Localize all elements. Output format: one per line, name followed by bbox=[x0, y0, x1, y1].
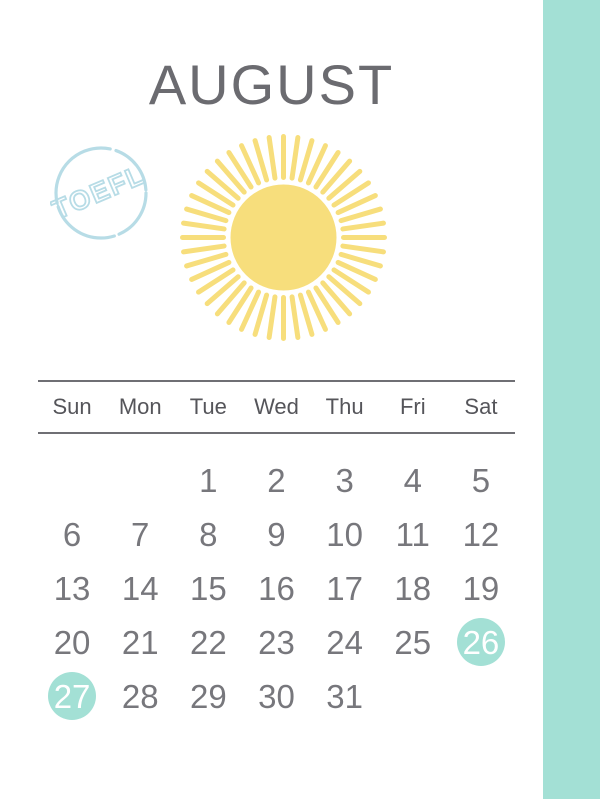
day-number: 6 bbox=[62, 515, 82, 553]
day-cell[interactable]: 11 bbox=[379, 507, 447, 561]
day-number: 2 bbox=[267, 461, 286, 499]
day-cell[interactable]: 13 bbox=[38, 561, 106, 615]
day-number: 27 bbox=[48, 672, 97, 720]
toefl-stamp-icon: TOEFL bbox=[50, 145, 152, 241]
accent-band bbox=[543, 0, 600, 799]
sun-icon bbox=[180, 133, 387, 342]
day-cell[interactable]: 3 bbox=[311, 453, 379, 507]
day-cell[interactable]: 24 bbox=[311, 615, 379, 669]
date-cells: 1 2 3 4 5 6 7 8 9 10 11 12 13 14 15 16 17 18 19 20 21 22 23 24 2… bbox=[38, 453, 515, 723]
day-number: 29 bbox=[189, 677, 227, 715]
day-number: 13 bbox=[53, 569, 91, 607]
day-number: 3 bbox=[335, 461, 354, 499]
svg-text:TOEFL: TOEFL bbox=[50, 159, 150, 225]
day-cell[interactable]: 5 bbox=[447, 453, 515, 507]
day-cell[interactable]: 9 bbox=[242, 507, 310, 561]
day-cell-empty bbox=[447, 669, 515, 723]
day-cell[interactable]: 25 bbox=[379, 615, 447, 669]
day-cell[interactable]: 15 bbox=[174, 561, 242, 615]
day-number: 14 bbox=[121, 569, 159, 607]
day-number: 31 bbox=[326, 677, 363, 715]
day-number: 12 bbox=[462, 515, 500, 553]
weekday-label-mon: Mon bbox=[118, 394, 162, 419]
day-number: 22 bbox=[189, 623, 227, 661]
day-number: 20 bbox=[53, 623, 91, 661]
day-cell[interactable]: 6 bbox=[38, 507, 106, 561]
day-number: 9 bbox=[267, 515, 286, 553]
day-number: 5 bbox=[471, 461, 491, 499]
day-number: 21 bbox=[121, 623, 159, 661]
weekday-label-fri: Fri bbox=[399, 394, 426, 419]
day-cell[interactable]: 4 bbox=[379, 453, 447, 507]
day-cell[interactable]: 18 bbox=[379, 561, 447, 615]
day-cell[interactable]: 29 bbox=[174, 669, 242, 723]
day-number: 25 bbox=[394, 623, 432, 661]
day-cell[interactable]: 20 bbox=[38, 615, 106, 669]
calendar-grid: Sun Mon Tue Wed Thu Fri Sat 1 2 3 4 5 6 7 8 9 10 11 12 13 1… bbox=[38, 380, 515, 723]
weekday-label-wed: Wed bbox=[254, 394, 299, 419]
day-number: 19 bbox=[462, 569, 500, 607]
day-number: 15 bbox=[189, 569, 227, 607]
day-cell-empty bbox=[38, 453, 106, 507]
day-cell-empty bbox=[379, 669, 447, 723]
day-cell[interactable]: 14 bbox=[106, 561, 174, 615]
day-number: 10 bbox=[326, 515, 363, 553]
day-number: 28 bbox=[121, 677, 159, 715]
day-number: 8 bbox=[199, 515, 218, 553]
day-number: 23 bbox=[258, 623, 295, 661]
day-number: 17 bbox=[326, 569, 363, 607]
day-cell[interactable]: 30 bbox=[242, 669, 310, 723]
day-cell[interactable]: 26 bbox=[447, 615, 515, 669]
weekday-label-tue: Tue bbox=[189, 394, 227, 419]
day-cell[interactable]: 17 bbox=[311, 561, 379, 615]
day-number: 11 bbox=[395, 515, 430, 553]
page-title: AUGUST bbox=[148, 53, 395, 116]
day-cell[interactable]: 1 bbox=[174, 453, 242, 507]
day-cell[interactable]: 12 bbox=[447, 507, 515, 561]
day-cell[interactable]: 10 bbox=[311, 507, 379, 561]
day-cell[interactable]: 22 bbox=[174, 615, 242, 669]
day-cell[interactable]: 27 bbox=[38, 669, 106, 723]
day-cell[interactable]: 23 bbox=[242, 615, 310, 669]
header-rule-bottom bbox=[38, 432, 515, 434]
day-cell[interactable]: 28 bbox=[106, 669, 174, 723]
weekday-label-sat: Sat bbox=[464, 394, 498, 419]
weekday-label-sun: Sun bbox=[52, 394, 92, 419]
day-number: 30 bbox=[258, 677, 295, 715]
weekday-header-row: Sun Mon Tue Wed Thu Fri Sat bbox=[38, 382, 515, 432]
day-cell[interactable]: 7 bbox=[106, 507, 174, 561]
day-cell-empty bbox=[106, 453, 174, 507]
calendar-page: AUGUST TOEFL Sun Mon Tue Wed Thu Fri Sat 12345… bbox=[0, 0, 600, 799]
day-number: 4 bbox=[403, 461, 422, 499]
day-number: 16 bbox=[258, 569, 295, 607]
day-number: 24 bbox=[326, 623, 363, 661]
day-number: 26 bbox=[456, 618, 505, 666]
day-cell[interactable]: 2 bbox=[242, 453, 310, 507]
day-number: 1 bbox=[199, 461, 218, 499]
day-number: 7 bbox=[131, 515, 150, 553]
day-cell[interactable]: 21 bbox=[106, 615, 174, 669]
weekday-label-thu: Thu bbox=[325, 394, 364, 419]
day-cell[interactable]: 19 bbox=[447, 561, 515, 615]
day-cell[interactable]: 8 bbox=[174, 507, 242, 561]
day-cell[interactable]: 31 bbox=[311, 669, 379, 723]
day-cell[interactable]: 16 bbox=[242, 561, 310, 615]
day-number: 18 bbox=[394, 569, 432, 607]
